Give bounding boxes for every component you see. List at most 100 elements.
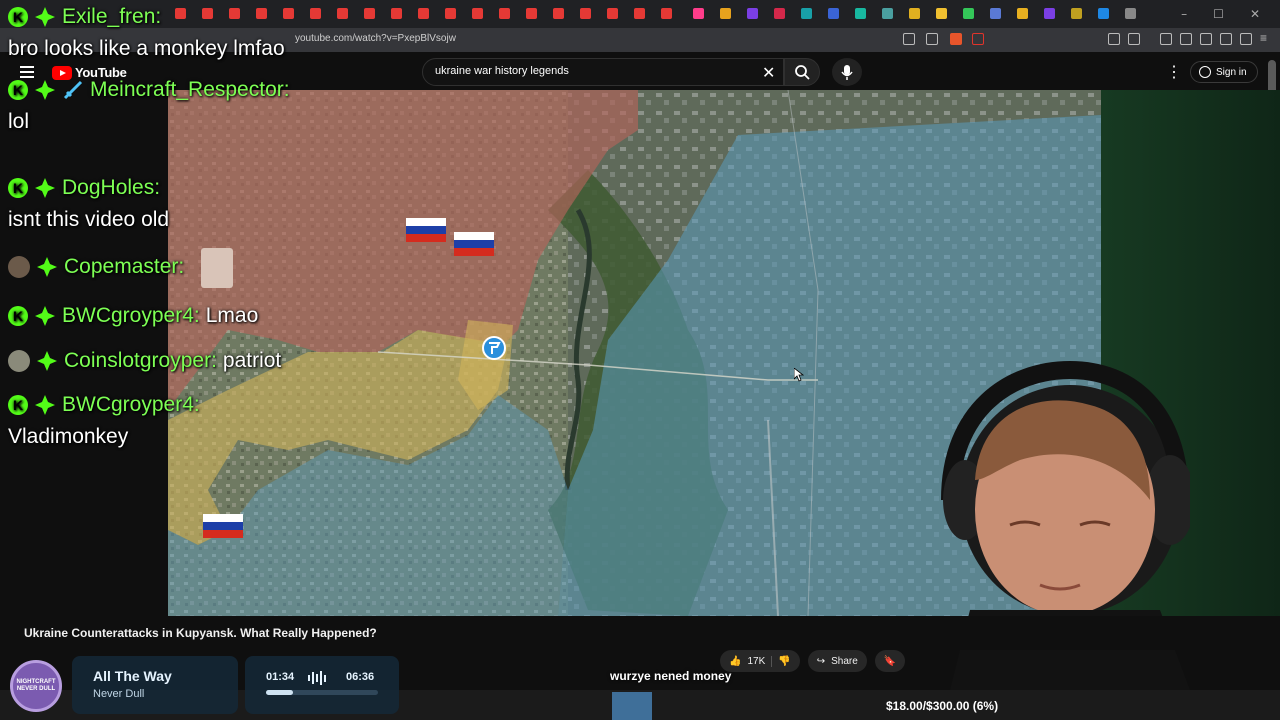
- url-field[interactable]: youtube.com/watch?v=PxepBlVsojw: [295, 33, 456, 44]
- tab-favicon-icon[interactable]: [283, 8, 294, 19]
- total-time: 06:36: [346, 671, 375, 683]
- chat-message-text: lol: [8, 110, 30, 133]
- tab-favicon-icon[interactable]: [391, 8, 402, 19]
- tab-favicon-icon[interactable]: [445, 8, 456, 19]
- tab-favicon-icon[interactable]: [1071, 8, 1082, 19]
- chat-message: K Exile_fren:: [8, 5, 161, 29]
- tab-favicon-icon[interactable]: [337, 8, 348, 19]
- equalizer-icon: [308, 671, 326, 685]
- tab-favicon-icon[interactable]: [774, 8, 785, 19]
- tab-favicon-icon[interactable]: [855, 8, 866, 19]
- tab-favicon-icon[interactable]: [634, 8, 645, 19]
- tab-favicon-icon[interactable]: [175, 8, 186, 19]
- tab-favicon-icon[interactable]: [828, 8, 839, 19]
- chat-username[interactable]: Exile_fren:: [62, 5, 161, 29]
- tab-favicon-icon[interactable]: [661, 8, 672, 19]
- sidebar-icon[interactable]: [1180, 33, 1192, 45]
- chat-username[interactable]: Meincraft_Respector:: [90, 78, 290, 102]
- search-icon: [795, 65, 810, 80]
- tab-favicon-icon[interactable]: [580, 8, 591, 19]
- search-box[interactable]: [422, 58, 784, 86]
- tab-favicon-icon[interactable]: [693, 8, 704, 19]
- screenshot-icon[interactable]: [1128, 33, 1140, 45]
- chat-username[interactable]: BWCgroyper4:: [62, 304, 200, 328]
- chat-username[interactable]: Coinslotgroyper:: [64, 349, 217, 373]
- song-title: All The Way: [93, 668, 172, 684]
- tab-favicon-icon[interactable]: [990, 8, 1001, 19]
- tab-favicon-icon[interactable]: [607, 8, 618, 19]
- share-page-icon[interactable]: [926, 33, 938, 45]
- tab-favicon-icon[interactable]: [882, 8, 893, 19]
- close-window-button[interactable]: ✕: [1250, 7, 1260, 21]
- video-title[interactable]: Ukraine Counterattacks in Kupyansk. What…: [24, 626, 377, 640]
- tab-favicon-icon[interactable]: [720, 8, 731, 19]
- microphone-icon: [841, 65, 853, 80]
- minimize-button[interactable]: –: [1181, 7, 1187, 21]
- album-art: NIGHTCRAFT NEVER DULL: [10, 660, 62, 712]
- cast-icon[interactable]: [903, 33, 915, 45]
- more-options-icon[interactable]: ⋮: [1166, 62, 1182, 82]
- tab-favicon-icon[interactable]: [256, 8, 267, 19]
- chat-message: K Meincraft_Respector:: [8, 78, 290, 102]
- song-artist: Never Dull: [93, 688, 145, 700]
- sign-in-button[interactable]: Sign in: [1190, 61, 1258, 83]
- window-controls: – ☐ ✕: [1181, 0, 1280, 28]
- tab-favicon-icon[interactable]: [1017, 8, 1028, 19]
- subscriber-badge-icon: [37, 351, 57, 371]
- brave-shield-icon[interactable]: [950, 33, 962, 45]
- share-icon: ↪: [816, 655, 826, 667]
- rewards-icon[interactable]: [972, 33, 984, 45]
- tab-favicon-icon[interactable]: [202, 8, 213, 19]
- search-input[interactable]: [435, 65, 755, 77]
- tab-favicon-icon[interactable]: [936, 8, 947, 19]
- now-playing-card: [72, 656, 238, 714]
- sign-in-label: Sign in: [1216, 66, 1247, 78]
- tab-favicon-icon[interactable]: [418, 8, 429, 19]
- russia-flag-icon: [406, 218, 446, 242]
- subscriber-badge-icon: [35, 80, 55, 100]
- tab-favicon-icon[interactable]: [1098, 8, 1109, 19]
- kick-badge-icon: K: [8, 80, 28, 100]
- tab-favicon-icon[interactable]: [472, 8, 483, 19]
- playback-card: [245, 656, 399, 714]
- video-actions: 👍 17K 👎 ↪ Share 🔖: [720, 650, 906, 672]
- wallet-icon[interactable]: [1200, 33, 1212, 45]
- subscriber-badge-icon: [35, 7, 55, 27]
- donation-goal: $18.00/$300.00 (6%): [886, 699, 999, 713]
- tab-favicon-icon[interactable]: [364, 8, 375, 19]
- vpn-icon[interactable]: [1240, 33, 1252, 45]
- chat-username[interactable]: Copemaster:: [64, 255, 184, 279]
- tab-favicon-icon[interactable]: [747, 8, 758, 19]
- tab-favicon-icon[interactable]: [229, 8, 240, 19]
- tab-favicon-icon[interactable]: [310, 8, 321, 19]
- media-icon[interactable]: [1160, 33, 1172, 45]
- extensions-icon[interactable]: [1108, 33, 1120, 45]
- maximize-button[interactable]: ☐: [1213, 7, 1224, 21]
- search-button[interactable]: [784, 58, 820, 86]
- chat-username[interactable]: BWCgroyper4:: [62, 393, 200, 417]
- share-button[interactable]: ↪ Share: [807, 650, 867, 672]
- browser-tab-bar: [0, 0, 1280, 28]
- thumbs-up-icon: 👍: [729, 655, 742, 667]
- tab-favicon-icon[interactable]: [801, 8, 812, 19]
- save-button[interactable]: 🔖: [874, 650, 906, 672]
- tab-favicon-icon[interactable]: [1125, 8, 1136, 19]
- clear-search-icon[interactable]: ✕: [762, 63, 775, 82]
- tab-favicon-icon[interactable]: [909, 8, 920, 19]
- like-button[interactable]: 👍 17K 👎: [720, 650, 800, 672]
- voice-search-button[interactable]: [832, 58, 862, 86]
- subscriber-badge-icon: [35, 306, 55, 326]
- thumbs-down-icon[interactable]: 👎: [771, 655, 791, 667]
- kick-badge-icon: K: [8, 395, 28, 415]
- russia-flag-icon: [203, 514, 243, 538]
- hamburger-menu-icon[interactable]: [20, 66, 34, 78]
- tab-favicon-icon[interactable]: [553, 8, 564, 19]
- leo-icon[interactable]: [1220, 33, 1232, 45]
- subscriber-badge-icon: [37, 257, 57, 277]
- tab-favicon-icon[interactable]: [1044, 8, 1055, 19]
- tab-favicon-icon[interactable]: [526, 8, 537, 19]
- browser-menu-icon[interactable]: ≡: [1260, 31, 1272, 45]
- tab-favicon-icon[interactable]: [499, 8, 510, 19]
- chat-username[interactable]: DogHoles:: [62, 176, 160, 200]
- tab-favicon-icon[interactable]: [963, 8, 974, 19]
